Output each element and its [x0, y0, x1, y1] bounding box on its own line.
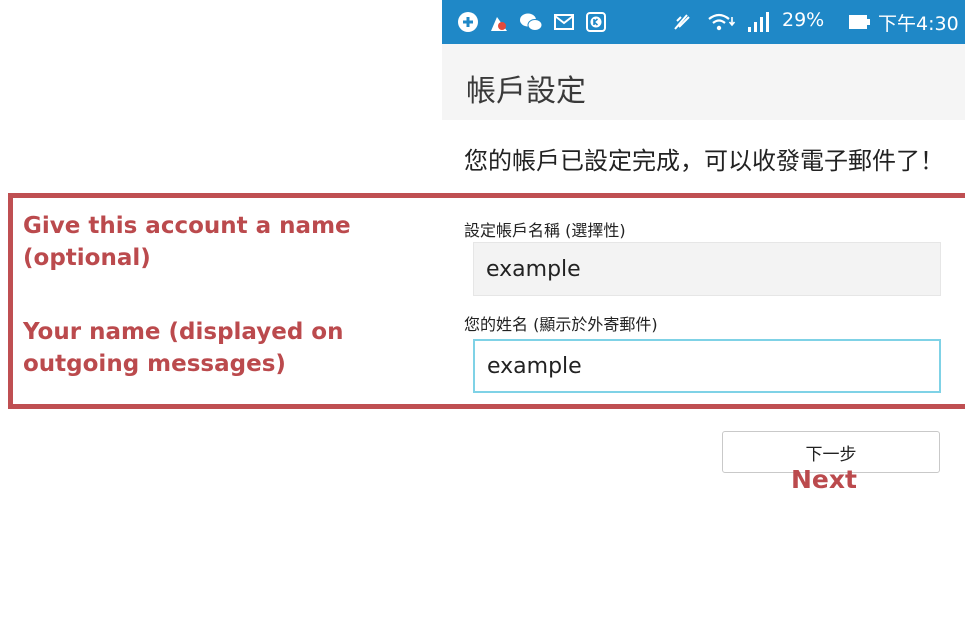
next-annotation: Next [791, 465, 857, 494]
page-title: 帳戶設定 [466, 74, 586, 109]
wechat-icon [520, 13, 543, 31]
tutorial-screenshot: 29% 下午4:30 帳戶設定 您的帳戶已設定完成，可以收發電子郵件了！ 設定帳… [0, 0, 965, 623]
k-app-icon [586, 12, 606, 32]
account-name-annotation: Give this account a name (optional) [23, 213, 351, 271]
status-bar: 29% 下午4:30 [442, 0, 965, 44]
app-header: 帳戶設定 [442, 44, 965, 120]
wifi-icon [708, 13, 736, 31]
mute-icon [674, 14, 690, 30]
status-time: 下午4:30 [878, 13, 959, 35]
plus-badge-icon [458, 12, 478, 32]
your-name-annotation: Your name (displayed on outgoing message… [23, 319, 344, 377]
signal-icon [748, 12, 769, 32]
battery-percent: 29% [782, 9, 825, 31]
cleaner-icon [491, 17, 507, 31]
battery-icon [849, 15, 870, 29]
mail-icon [554, 14, 574, 30]
setup-complete-message: 您的帳戶已設定完成，可以收發電子郵件了！ [464, 147, 944, 175]
